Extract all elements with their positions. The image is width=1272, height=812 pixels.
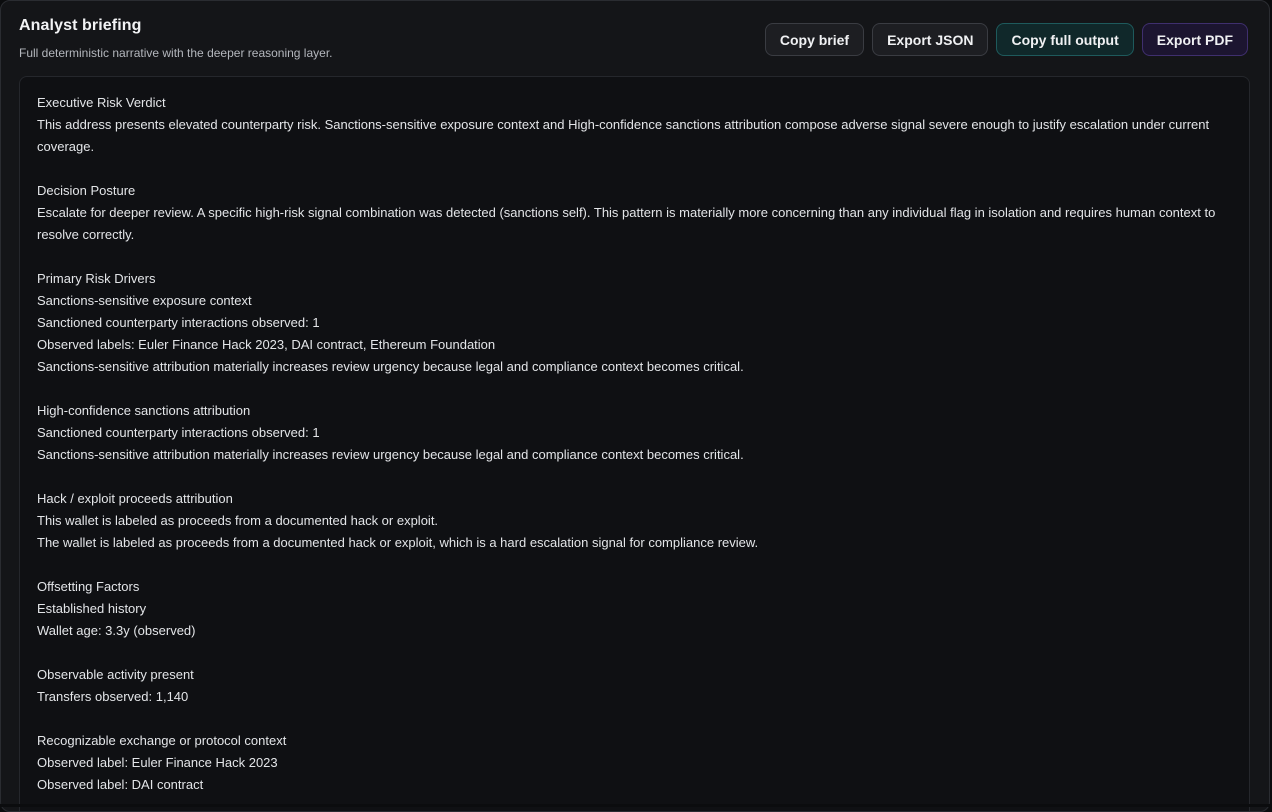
export-json-button[interactable]: Export JSON (872, 23, 988, 56)
section-line: Sanctions-sensitive attribution material… (37, 444, 1232, 466)
section-exchange-protocol-context: Recognizable exchange or protocol contex… (37, 730, 1232, 796)
section-heading: Decision Posture (37, 180, 1232, 202)
section-line: Wallet age: 3.3y (observed) (37, 620, 1232, 642)
section-heading: Executive Risk Verdict (37, 92, 1232, 114)
page-title: Analyst briefing (19, 17, 142, 35)
section-heading: Recognizable exchange or protocol contex… (37, 730, 1232, 752)
section-line: Established history (37, 598, 1232, 620)
copy-brief-button[interactable]: Copy brief (765, 23, 864, 56)
section-line: Escalate for deeper review. A specific h… (37, 202, 1232, 246)
section-observable-activity: Observable activity present Transfers ob… (37, 664, 1232, 708)
section-line: Sanctioned counterparty interactions obs… (37, 422, 1232, 444)
action-toolbar: Copy brief Export JSON Copy full output … (765, 23, 1248, 56)
briefing-narrative[interactable]: Executive Risk Verdict This address pres… (19, 76, 1250, 812)
section-high-confidence-sanctions: High-confidence sanctions attribution Sa… (37, 400, 1232, 466)
section-executive-risk-verdict: Executive Risk Verdict This address pres… (37, 92, 1232, 158)
section-heading: Hack / exploit proceeds attribution (37, 488, 1232, 510)
copy-full-output-button[interactable]: Copy full output (996, 23, 1133, 56)
page-subtitle: Full deterministic narrative with the de… (19, 46, 333, 60)
section-line: Sanctioned counterparty interactions obs… (37, 312, 1232, 334)
section-heading: High-confidence sanctions attribution (37, 400, 1232, 422)
section-line: This wallet is labeled as proceeds from … (37, 510, 1232, 532)
section-line: Transfers observed: 1,140 (37, 686, 1232, 708)
section-line: The wallet is labeled as proceeds from a… (37, 532, 1232, 554)
section-heading: Offsetting Factors (37, 576, 1232, 598)
section-line: Observed labels: Euler Finance Hack 2023… (37, 334, 1232, 356)
section-decision-posture: Decision Posture Escalate for deeper rev… (37, 180, 1232, 246)
section-offsetting-factors: Offsetting Factors Established history W… (37, 576, 1232, 642)
section-line: Observed label: Euler Finance Hack 2023 (37, 752, 1232, 774)
export-pdf-button[interactable]: Export PDF (1142, 23, 1248, 56)
section-primary-risk-drivers: Primary Risk Drivers Sanctions-sensitive… (37, 268, 1232, 378)
section-hack-exploit-proceeds: Hack / exploit proceeds attribution This… (37, 488, 1232, 554)
section-line: Observed label: DAI contract (37, 774, 1232, 796)
section-line: Sanctions-sensitive exposure context (37, 290, 1232, 312)
analyst-briefing-panel: Analyst briefing Full deterministic narr… (0, 0, 1270, 812)
section-heading: Observable activity present (37, 664, 1232, 686)
section-line: Sanctions-sensitive attribution material… (37, 356, 1232, 378)
section-line: This address presents elevated counterpa… (37, 114, 1232, 158)
section-heading: Primary Risk Drivers (37, 268, 1232, 290)
